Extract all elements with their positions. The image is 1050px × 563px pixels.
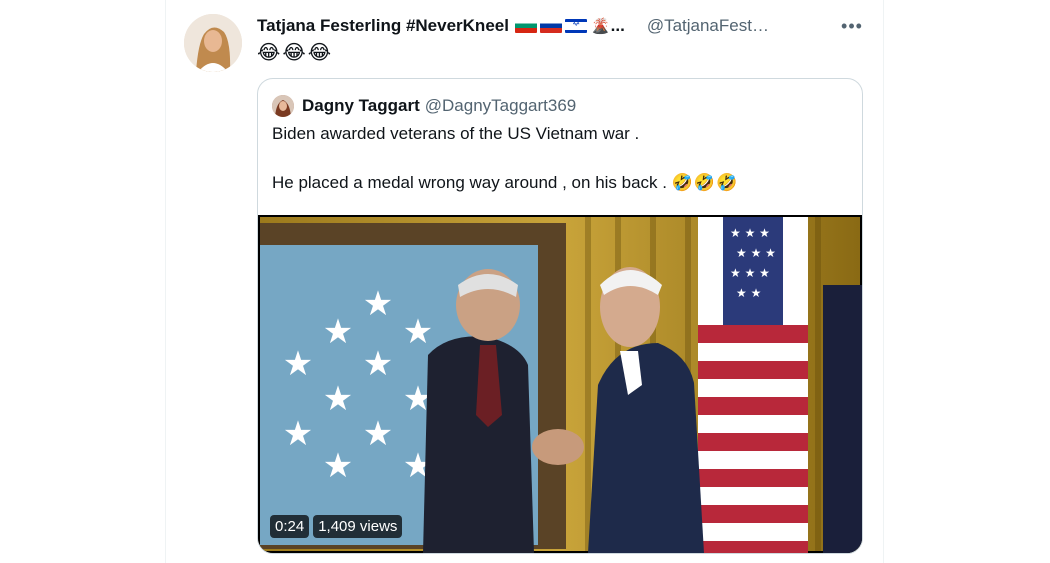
video-badges: 0:24 1,409 views (270, 515, 403, 538)
flag-israel-icon (564, 19, 587, 33)
volcano-icon: 🌋 (590, 18, 610, 35)
name-ellipsis: ... (610, 16, 625, 35)
svg-text:★: ★ (323, 312, 353, 352)
video-views: 1,409 views (313, 515, 403, 538)
rofl-emoji-icon: 🤣🤣🤣 (671, 173, 739, 192)
video-player[interactable]: ★★★ ★★★ ★★ ★★★ ★★ ★ ★ ★★ ★ ★★ ★ ★★ ★ (258, 215, 862, 553)
column-border-left (165, 0, 166, 563)
tweet-text: 😂😂😂 (257, 42, 334, 64)
flag-bulgaria-icon (514, 19, 537, 33)
svg-text:★: ★ (323, 379, 353, 419)
quote-author-handle[interactable]: @DagnyTaggart369 (425, 96, 576, 116)
flag-russia-icon (539, 19, 562, 33)
flag-group (514, 19, 587, 33)
quote-text-line-2: He placed a medal wrong way around , on … (272, 173, 738, 193)
video-frame: ★★★ ★★★ ★★ ★★★ ★★ ★ ★ ★★ ★ ★★ ★ ★★ ★ (258, 215, 862, 553)
svg-text:★: ★ (363, 344, 393, 384)
video-duration: 0:24 (270, 515, 310, 538)
svg-text:★: ★ (403, 312, 433, 352)
quote-author-avatar[interactable] (272, 95, 294, 117)
quote-header: Dagny Taggart @DagnyTaggart369 (272, 95, 576, 117)
svg-text:★ ★ ★: ★ ★ ★ (736, 246, 776, 260)
svg-text:★: ★ (283, 414, 313, 454)
quote-text-line-1: Biden awarded veterans of the US Vietnam… (272, 124, 640, 143)
svg-text:★: ★ (283, 344, 313, 384)
svg-text:★: ★ (323, 446, 353, 486)
svg-text:★: ★ (363, 284, 393, 324)
svg-text:★ ★: ★ ★ (736, 286, 761, 300)
tweet-header: Tatjana Festerling #NeverKneel 🌋 ... @Ta… (257, 14, 837, 38)
svg-text:★ ★ ★: ★ ★ ★ (730, 226, 770, 240)
author-handle[interactable]: @TatjanaFest… (647, 16, 769, 36)
svg-text:★ ★ ★: ★ ★ ★ (730, 266, 770, 280)
more-options-icon[interactable]: ••• (838, 12, 866, 40)
svg-text:★: ★ (363, 414, 393, 454)
author-name[interactable]: Tatjana Festerling #NeverKneel (257, 16, 509, 36)
column-border-right (883, 0, 884, 563)
quote-text-line-2-text: He placed a medal wrong way around , on … (272, 173, 668, 192)
quoted-tweet[interactable]: Dagny Taggart @DagnyTaggart369 Biden awa… (257, 78, 863, 554)
quote-author-name[interactable]: Dagny Taggart (302, 96, 420, 116)
author-avatar[interactable] (184, 14, 242, 72)
